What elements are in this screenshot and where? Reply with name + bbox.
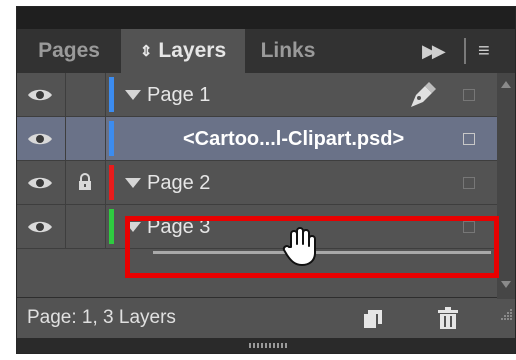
up-down-arrows-icon: ⇕ [139,43,153,60]
item-name: <Cartoo...l-Clipart.psd> [183,128,405,150]
status-bar: Page: 1, 3 Layers [17,297,497,338]
lock-toggle[interactable] [65,73,106,116]
layer-item-row[interactable]: <Cartoo...l-Clipart.psd> [17,117,497,161]
expand-triangle-icon[interactable] [125,90,141,100]
eye-icon [28,133,52,145]
tab-pages-label: Pages [38,39,100,62]
grab-hand-cursor-icon [282,227,316,266]
handle-grip [249,343,289,348]
selection-box[interactable] [463,177,475,189]
layer-color-bar [109,77,114,112]
pen-icon[interactable] [407,81,437,109]
visibility-toggle[interactable] [17,161,66,204]
visibility-toggle[interactable] [17,73,66,116]
tab-links[interactable]: Links [245,29,331,73]
eye-icon [28,221,52,233]
tab-layers[interactable]: ⇕ Layers [121,29,245,73]
selection-box[interactable] [463,133,475,145]
layer-row-page-2[interactable]: Page 2 [17,161,497,205]
status-text: Page: 1, 3 Layers [27,307,176,328]
lock-toggle[interactable] [65,205,106,248]
new-layer-icon[interactable] [362,308,384,330]
lock-toggle[interactable] [65,117,106,160]
tab-separator [464,38,466,64]
eye-icon [28,177,52,189]
layer-name: Page 1 [147,84,211,106]
selection-box[interactable] [463,89,475,101]
panel-menu-icon[interactable]: ≡ [478,29,490,73]
expand-triangle-icon[interactable] [125,178,141,188]
layer-row-page-1[interactable]: Page 1 [17,73,497,117]
tab-bar: Pages ⇕ Layers Links ▶▶ ≡ [17,29,515,73]
visibility-toggle[interactable] [17,205,66,248]
layer-color-bar [109,121,114,156]
lock-icon [79,173,91,190]
resize-grip-icon[interactable] [499,307,513,321]
trash-icon[interactable] [437,306,459,330]
layers-panel: Pages ⇕Layers Links ▶▶ ≡ Page 1 <Cartoo [16,6,516,354]
more-tabs-icon[interactable]: ▶▶ [422,29,446,73]
layer-name: Page 2 [147,172,211,194]
visibility-toggle[interactable] [17,117,66,160]
tab-layers-label: Layers [158,39,227,62]
tab-pages[interactable]: Pages [17,29,121,73]
vertical-scrollbar[interactable] [497,73,515,299]
panel-resize-handle[interactable] [17,338,515,353]
scroll-down-icon[interactable] [501,281,511,288]
eye-icon [28,89,52,101]
layer-color-bar [109,165,114,200]
panel-title-strip[interactable] [17,7,515,29]
layer-color-bar [109,209,114,244]
tab-links-label: Links [260,39,316,62]
lock-toggle[interactable] [65,161,106,204]
scroll-up-icon[interactable] [501,81,511,88]
